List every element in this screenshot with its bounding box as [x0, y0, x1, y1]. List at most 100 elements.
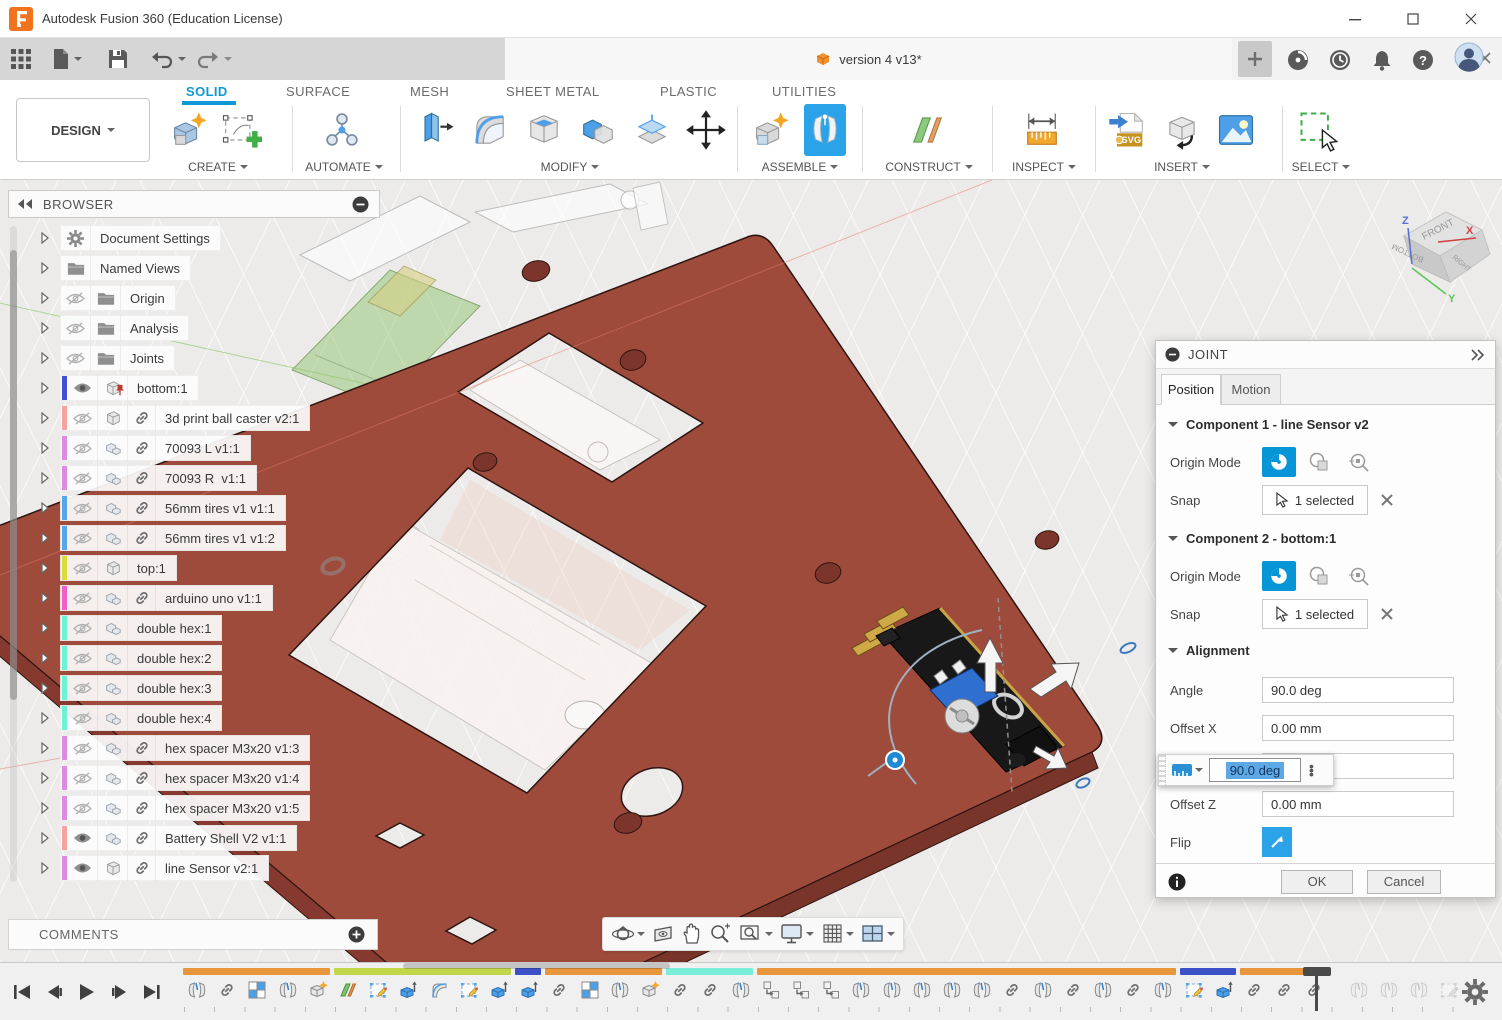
timeline-feature-newcomp[interactable]	[305, 977, 331, 1003]
browser-item-label[interactable]: double hex:3	[128, 681, 221, 696]
expand-icon[interactable]	[40, 712, 52, 724]
timeline-go-to-start-button[interactable]	[10, 980, 36, 1004]
ok-button[interactable]: OK	[1281, 870, 1353, 894]
visibility-off-icon[interactable]	[68, 435, 98, 461]
expand-icon[interactable]	[40, 412, 52, 424]
expand-icon[interactable]	[40, 802, 52, 814]
tree-row[interactable]: arduino uno v1:1	[40, 584, 273, 612]
expand-icon[interactable]	[40, 532, 52, 544]
tree-row[interactable]: Document Settings	[40, 224, 221, 252]
angle-value-input[interactable]: 90.0 deg	[1209, 758, 1301, 782]
expand-icon[interactable]	[40, 832, 52, 844]
browser-item-label[interactable]: arduino uno v1:1	[156, 591, 272, 606]
assemble-new-component-button[interactable]	[750, 108, 794, 155]
timeline-feature-link[interactable]	[697, 977, 723, 1003]
timeline-feature-sketch[interactable]	[1181, 977, 1207, 1003]
help-icon[interactable]: ?	[1411, 47, 1435, 73]
pan-button[interactable]	[682, 923, 702, 945]
component1-snap-clear-icon[interactable]	[1380, 493, 1394, 507]
visibility-off-icon[interactable]	[68, 495, 98, 521]
timeline-feature-joint-ghost[interactable]	[1346, 977, 1372, 1003]
timeline-feature-joint[interactable]	[275, 977, 301, 1003]
collapse-browser-icon[interactable]	[17, 198, 33, 210]
timeline-feature-joint[interactable]	[879, 977, 905, 1003]
create-group-label[interactable]: CREATE	[178, 160, 258, 174]
timeline-feature-copy[interactable]	[758, 977, 784, 1003]
timeline-group-bar[interactable]	[515, 968, 541, 975]
ribbon-tab-utilities[interactable]: UTILITIES	[772, 84, 836, 99]
visibility-off-icon[interactable]	[68, 465, 98, 491]
timeline-feature-joint[interactable]	[1150, 977, 1176, 1003]
tree-row[interactable]: 70093 R v1:1	[40, 464, 257, 492]
expand-icon[interactable]	[40, 502, 52, 514]
new-component-button[interactable]	[168, 108, 212, 155]
timeline-feature-link[interactable]	[1120, 977, 1146, 1003]
visibility-off-icon[interactable]	[68, 525, 98, 551]
browser-item-label[interactable]: Document Settings	[91, 231, 220, 246]
component1-snap-button[interactable]: 1 selected	[1262, 485, 1368, 515]
browser-item-label[interactable]: Battery Shell V2 v1:1	[156, 831, 296, 846]
tree-row[interactable]: double hex:4	[40, 704, 222, 732]
tree-row[interactable]: double hex:3	[40, 674, 222, 702]
timeline-feature-joint-ghost[interactable]	[1406, 977, 1432, 1003]
expand-icon[interactable]	[40, 772, 52, 784]
joint-button-active[interactable]	[804, 104, 846, 156]
expand-icon[interactable]	[40, 592, 52, 604]
timeline-feature-extrude[interactable]	[486, 977, 512, 1003]
tree-row[interactable]: 56mm tires v1 v1:2	[40, 524, 286, 552]
timeline-feature-link[interactable]	[1241, 977, 1267, 1003]
browser-item-label[interactable]: double hex:2	[128, 651, 221, 666]
timeline-group-bar[interactable]	[757, 968, 1176, 975]
timeline-feature-joint[interactable]	[1030, 977, 1056, 1003]
select-button[interactable]	[1296, 108, 1340, 155]
timeline-step-forward-button[interactable]	[106, 980, 132, 1004]
joint-manipulators[interactable]	[868, 598, 1079, 792]
component2-snap-clear-icon[interactable]	[1380, 607, 1394, 621]
joint-dialog-header[interactable]: JOINT	[1156, 341, 1495, 369]
combine-button[interactable]	[576, 108, 620, 155]
visibility-off-icon[interactable]	[68, 705, 98, 731]
press-pull-button[interactable]	[414, 108, 458, 155]
origin-mode-intersection-button[interactable]	[1342, 561, 1376, 591]
browser-item-label[interactable]: Joints	[121, 351, 174, 366]
browser-item-label[interactable]: Named Views	[91, 261, 190, 276]
workspace-selector-button[interactable]: DESIGN	[16, 98, 150, 162]
timeline-feature-joint[interactable]	[728, 977, 754, 1003]
maximize-button[interactable]	[1398, 8, 1428, 30]
modify-group-label[interactable]: MODIFY	[530, 160, 610, 174]
visibility-on-icon[interactable]	[68, 375, 98, 401]
zoom-button[interactable]	[709, 923, 731, 945]
insert-canvas-button[interactable]	[1214, 108, 1258, 155]
timeline-feature-joint[interactable]	[969, 977, 995, 1003]
timeline-feature-sketch-ghost[interactable]	[1436, 977, 1462, 1003]
visibility-on-icon[interactable]	[68, 855, 98, 881]
display-settings-button[interactable]	[780, 923, 814, 945]
ribbon-tab-solid[interactable]: SOLID	[186, 84, 228, 99]
info-icon[interactable]	[1168, 873, 1186, 891]
file-menu-button[interactable]	[52, 46, 82, 72]
origin-mode-between-faces-button[interactable]	[1302, 561, 1336, 591]
browser-item-label[interactable]: 70093 L v1:1	[156, 441, 250, 456]
orbit-button[interactable]	[611, 923, 645, 945]
comments-bar[interactable]: COMMENTS	[8, 919, 378, 950]
timeline-play-button[interactable]	[74, 980, 100, 1004]
shell-button[interactable]	[522, 108, 566, 155]
timeline-scrollbar-thumb[interactable]	[403, 963, 670, 969]
browser-panel-header[interactable]: BROWSER	[8, 190, 380, 218]
timeline-feature-joint[interactable]	[184, 977, 210, 1003]
select-group-label[interactable]: SELECT	[1286, 160, 1356, 174]
origin-mode-intersection-button[interactable]	[1342, 447, 1376, 477]
expand-icon[interactable]	[40, 382, 52, 394]
timeline-group-bar[interactable]	[666, 968, 753, 975]
timeline-feature-sketch[interactable]	[365, 977, 391, 1003]
browser-scrollbar-thumb[interactable]	[10, 250, 17, 700]
expand-icon[interactable]	[40, 622, 52, 634]
alignment-section-header[interactable]: Alignment	[1168, 643, 1250, 658]
visibility-on-icon[interactable]	[68, 825, 98, 851]
ribbon-tab-mesh[interactable]: MESH	[410, 84, 449, 99]
automate-group-label[interactable]: AUTOMATE	[300, 160, 388, 174]
fit-button[interactable]	[739, 923, 773, 945]
job-status-clock-icon[interactable]	[1328, 47, 1352, 73]
user-avatar[interactable]	[1454, 44, 1484, 70]
timeline-feature-copy[interactable]	[788, 977, 814, 1003]
